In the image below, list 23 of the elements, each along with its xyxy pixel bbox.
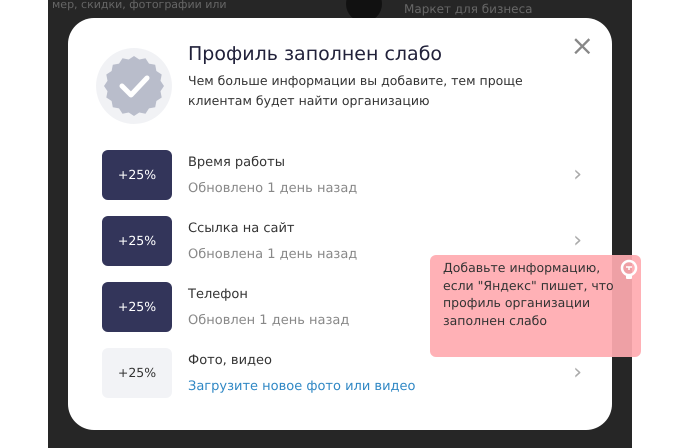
- chevron-icon[interactable]: ›: [573, 230, 582, 252]
- progress-badge: +25%: [102, 216, 172, 266]
- progress-badge: +25%: [102, 282, 172, 332]
- background-text: мер, скидки, фотографии или: [52, 0, 227, 13]
- tip-text: Добавьте информацию, если "Яндекс" пишет, что профиль организации заполнен слабо: [443, 259, 615, 329]
- upload-link[interactable]: Загрузите новое фото или видео: [188, 376, 416, 399]
- item-title: Фото, видео: [188, 352, 272, 370]
- progress-badge: +25%: [102, 348, 172, 398]
- dialog-title: Профиль заполнен слабо: [188, 42, 444, 67]
- item-status: Обновлен 1 день назад: [188, 312, 350, 330]
- item-status: Обновлена 1 день назад: [188, 246, 358, 264]
- item-title: Ссылка на сайт: [188, 220, 294, 238]
- close-button[interactable]: ×: [570, 32, 594, 60]
- item-title: Телефон: [188, 286, 248, 304]
- lightbulb-icon: [620, 259, 638, 281]
- chevron-icon[interactable]: ›: [573, 164, 582, 186]
- background-text: Маркет для бизнеса: [404, 1, 533, 18]
- dialog-subtitle: Чем больше информации вы добавите, тем проще клиентам будет найти организацию: [188, 72, 524, 110]
- check-badge-icon: [94, 46, 174, 126]
- item-status: Обновлено 1 день назад: [188, 180, 358, 198]
- item-title: Время работы: [188, 154, 285, 172]
- chevron-icon[interactable]: ›: [573, 362, 582, 384]
- progress-badge: +25%: [102, 150, 172, 200]
